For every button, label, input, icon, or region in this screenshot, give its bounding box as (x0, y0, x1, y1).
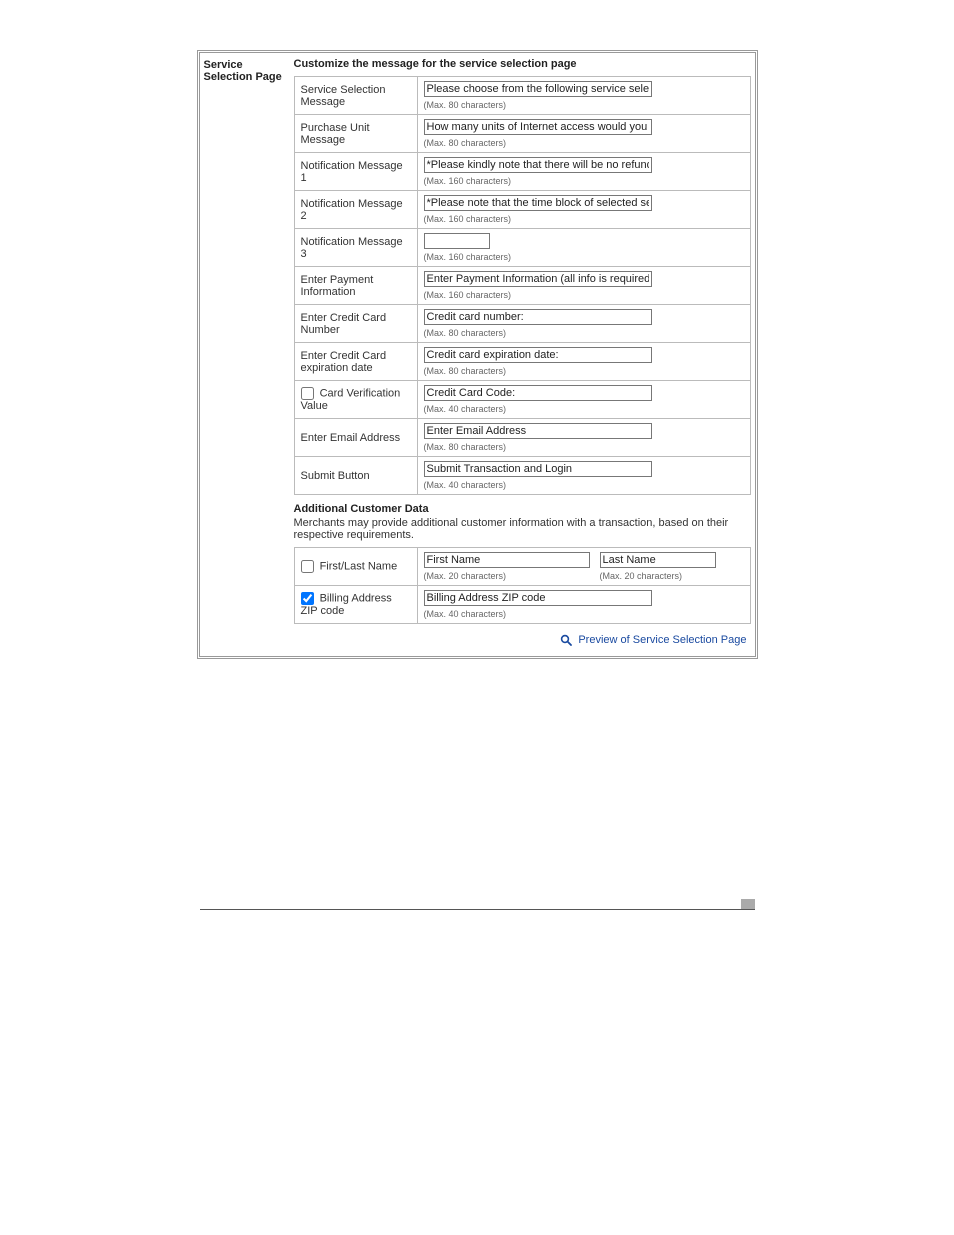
label-cc-number: Enter Credit Card Number (294, 305, 417, 343)
checkbox-billing-zip[interactable] (301, 592, 314, 605)
label-cc-expiry: Enter Credit Card expiration date (294, 343, 417, 381)
label-service-selection-message: Service Selection Message (294, 77, 417, 115)
input-cc-number[interactable] (424, 309, 652, 325)
preview-link[interactable]: Preview of Service Selection Page (560, 634, 746, 646)
page-footer (200, 909, 755, 910)
hint: (Max. 160 characters) (424, 214, 744, 224)
additional-data-desc: Merchants may provide additional custome… (294, 517, 751, 541)
input-last-name[interactable] (600, 552, 716, 568)
hint: (Max. 40 characters) (424, 404, 744, 414)
label-notification-3: Notification Message 3 (294, 229, 417, 267)
input-service-selection-message[interactable] (424, 81, 652, 97)
input-billing-zip[interactable] (424, 590, 652, 606)
input-submit-button[interactable] (424, 461, 652, 477)
service-selection-panel: Service Selection Page Customize the mes… (197, 50, 758, 659)
hint: (Max. 80 characters) (424, 100, 744, 110)
additional-data-heading: Additional Customer Data (294, 503, 751, 515)
hint: (Max. 80 characters) (424, 366, 744, 376)
footer-tab (741, 899, 755, 909)
input-cc-expiry[interactable] (424, 347, 652, 363)
label-email: Enter Email Address (294, 419, 417, 457)
label-notification-1: Notification Message 1 (294, 153, 417, 191)
hint: (Max. 160 characters) (424, 252, 744, 262)
label-submit-button: Submit Button (294, 457, 417, 495)
input-first-name[interactable] (424, 552, 590, 568)
hint: (Max. 20 characters) (600, 571, 716, 581)
label-payment-info: Enter Payment Information (294, 267, 417, 305)
additional-table: First/Last Name (Max. 20 characters) (294, 547, 751, 624)
hint: (Max. 80 characters) (424, 138, 744, 148)
hint: (Max. 40 characters) (424, 480, 744, 490)
input-card-verification[interactable] (424, 385, 652, 401)
panel-heading: Customize the message for the service se… (294, 58, 751, 76)
input-notification-2[interactable] (424, 195, 652, 211)
hint: (Max. 20 characters) (424, 571, 590, 581)
checkbox-first-last-name[interactable] (301, 560, 314, 573)
panel-side-title: Service Selection Page (200, 53, 290, 656)
hint: (Max. 80 characters) (424, 442, 744, 452)
input-email[interactable] (424, 423, 652, 439)
label-card-verification: Card Verification Value (301, 387, 401, 412)
magnifier-icon (560, 634, 578, 646)
label-purchase-unit-message: Purchase Unit Message (294, 115, 417, 153)
label-billing-zip: Billing Address ZIP code (301, 592, 392, 617)
hint: (Max. 160 characters) (424, 290, 744, 300)
hint: (Max. 80 characters) (424, 328, 744, 338)
footer-rule (200, 909, 755, 910)
preview-link-text: Preview of Service Selection Page (578, 634, 746, 646)
input-notification-1[interactable] (424, 157, 652, 173)
input-purchase-unit-message[interactable] (424, 119, 652, 135)
hint: (Max. 160 characters) (424, 176, 744, 186)
label-notification-2: Notification Message 2 (294, 191, 417, 229)
checkbox-card-verification[interactable] (301, 387, 314, 400)
hint: (Max. 40 characters) (424, 609, 744, 619)
messages-table: Service Selection Message (Max. 80 chara… (294, 76, 751, 495)
label-first-last-name: First/Last Name (320, 560, 398, 572)
input-notification-3[interactable] (424, 233, 490, 249)
input-payment-info[interactable] (424, 271, 652, 287)
